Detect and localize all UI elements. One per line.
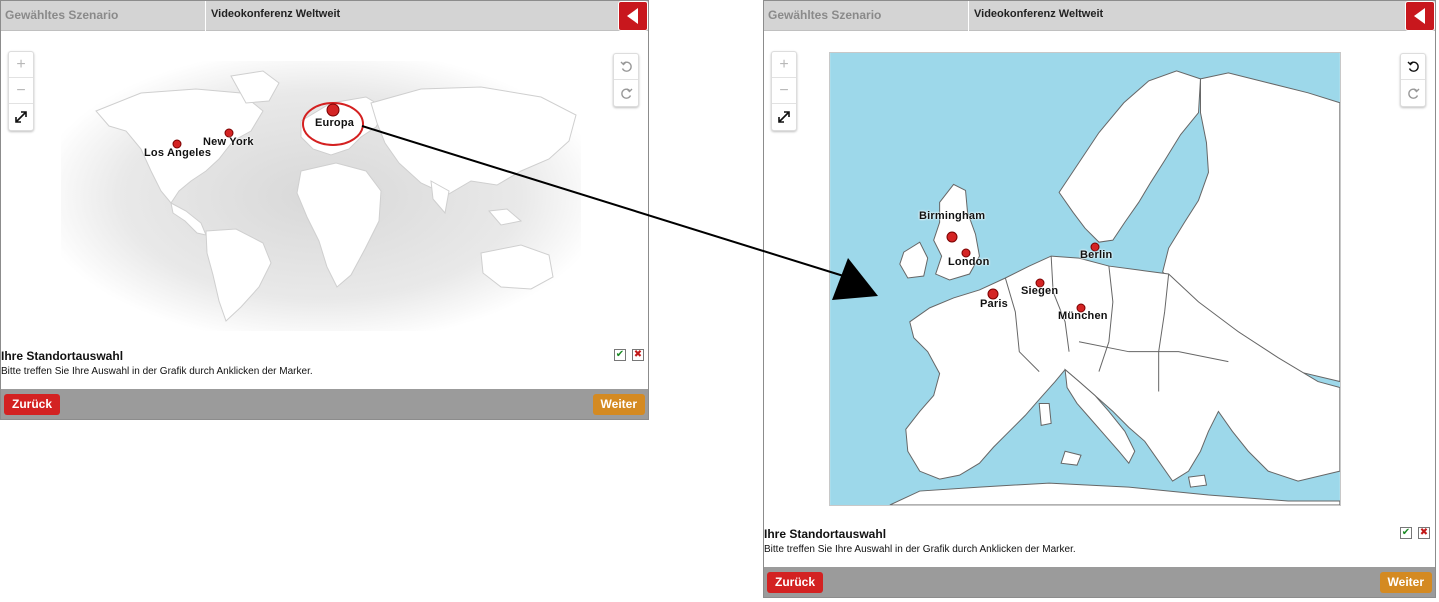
scenario-title: Videokonferenz Weltweit: [211, 8, 341, 20]
confirm-check-button[interactable]: ✔: [1400, 527, 1412, 539]
expand-icon: [15, 111, 27, 123]
selection-instructions: Bitte treffen Sie Ihre Auswahl in der Gr…: [1, 366, 313, 377]
back-caret-button[interactable]: [618, 1, 648, 31]
marker-europa[interactable]: Europa: [315, 117, 354, 129]
marker-muenchen[interactable]: München: [1058, 310, 1108, 322]
redo-icon: [1407, 88, 1419, 99]
europe-map: Birmingham London Berlin Siegen Paris Mü…: [764, 31, 1435, 521]
minus-icon: −: [779, 81, 789, 99]
zoom-in-button[interactable]: +: [772, 52, 796, 78]
undo-button[interactable]: [1401, 54, 1425, 80]
footer-bar: Zurück Weiter: [1, 389, 648, 419]
caret-left-icon: [627, 8, 638, 24]
plus-icon: +: [16, 55, 26, 73]
zoom-in-button[interactable]: +: [9, 52, 33, 78]
europe-map-graphic: [829, 52, 1341, 506]
clear-selection-button[interactable]: ✖: [1418, 527, 1430, 539]
confirm-check-button[interactable]: ✔: [614, 349, 626, 361]
check-icon: ✔: [1401, 527, 1411, 538]
plus-icon: +: [779, 55, 789, 73]
marker-siegen[interactable]: Siegen: [1021, 285, 1058, 297]
undo-icon: [1407, 61, 1419, 72]
pin-icon[interactable]: [326, 103, 340, 117]
clear-selection-button[interactable]: ✖: [632, 349, 644, 361]
back-button[interactable]: Zurück: [767, 572, 824, 593]
marker-berlin[interactable]: Berlin: [1080, 249, 1112, 261]
redo-button[interactable]: [1401, 80, 1425, 106]
world-map: Los Angeles New York Europa + −: [1, 31, 648, 337]
undo-redo-controls: [1400, 53, 1426, 107]
check-icon: ✔: [615, 349, 625, 360]
zoom-out-button[interactable]: −: [772, 78, 796, 104]
undo-redo-controls: [613, 53, 639, 107]
selection-title: Ihre Standortauswahl: [1, 349, 124, 363]
header-bar: Gewähltes Szenario Videokonferenz Weltwe…: [1, 1, 648, 31]
header-bar: Gewähltes Szenario Videokonferenz Weltwe…: [764, 1, 1435, 31]
selection-title: Ihre Standortauswahl: [764, 527, 887, 541]
back-caret-button[interactable]: [1405, 1, 1435, 31]
next-button[interactable]: Weiter: [592, 394, 645, 415]
marker-paris[interactable]: Paris: [980, 298, 1008, 310]
cross-icon: ✖: [1419, 527, 1429, 538]
scenario-title: Videokonferenz Weltweit: [974, 8, 1104, 20]
pin-icon[interactable]: [946, 231, 958, 243]
header-divider: [205, 1, 206, 31]
expand-icon: [778, 111, 790, 123]
cross-icon: ✖: [633, 349, 643, 360]
redo-icon: [620, 88, 632, 99]
header-divider: [968, 1, 969, 31]
footer-bar: Zurück Weiter: [764, 567, 1435, 597]
scenario-label: Gewähltes Szenario: [5, 8, 119, 22]
zoom-controls: + −: [771, 51, 797, 131]
fullscreen-button[interactable]: [772, 104, 796, 130]
redo-button[interactable]: [614, 80, 638, 106]
fullscreen-button[interactable]: [9, 104, 33, 130]
back-button[interactable]: Zurück: [4, 394, 61, 415]
marker-los-angeles[interactable]: Los Angeles: [144, 147, 211, 159]
caret-left-icon: [1414, 8, 1425, 24]
marker-new-york[interactable]: New York: [203, 136, 254, 148]
next-button[interactable]: Weiter: [1379, 572, 1432, 593]
zoom-out-button[interactable]: −: [9, 78, 33, 104]
world-map-window: Gewähltes Szenario Videokonferenz Weltwe…: [0, 0, 649, 420]
undo-button[interactable]: [614, 54, 638, 80]
marker-london[interactable]: London: [948, 256, 990, 268]
europe-map-window: Gewähltes Szenario Videokonferenz Weltwe…: [763, 0, 1436, 598]
marker-birmingham[interactable]: Birmingham: [919, 210, 985, 222]
scenario-label: Gewähltes Szenario: [768, 8, 882, 22]
selection-instructions: Bitte treffen Sie Ihre Auswahl in der Gr…: [764, 544, 1076, 555]
zoom-controls: + −: [8, 51, 34, 131]
undo-icon: [620, 61, 632, 72]
minus-icon: −: [16, 81, 26, 99]
world-map-graphic: [61, 61, 581, 331]
